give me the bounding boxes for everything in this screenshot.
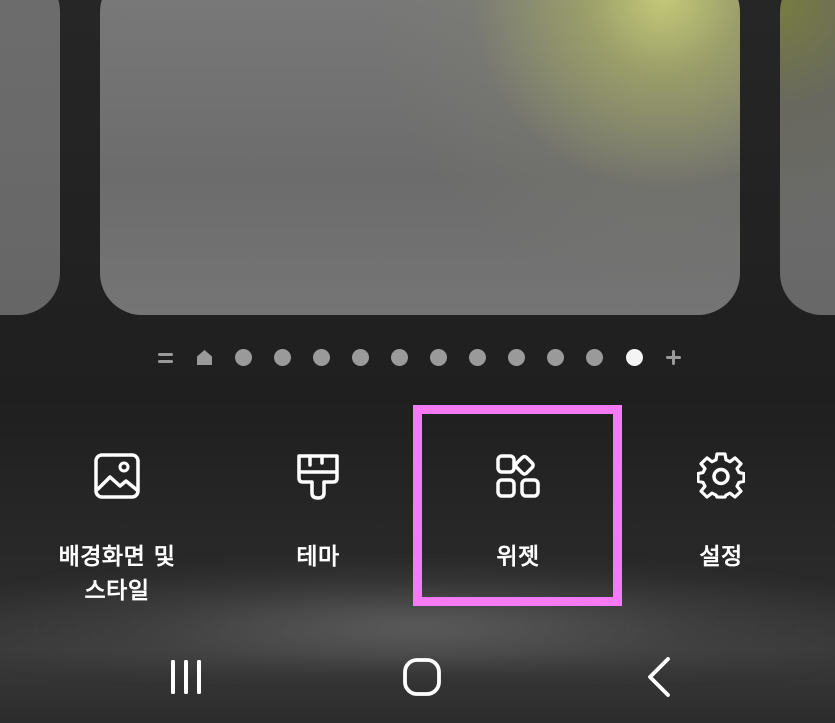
- wallpaper-and-style-button[interactable]: 배경화면 및 스타일: [17, 440, 217, 608]
- home-icon[interactable]: [196, 349, 213, 366]
- navigation-bar: [0, 640, 835, 723]
- home-button-icon[interactable]: [392, 652, 452, 702]
- home-page-preview-previous[interactable]: [0, 0, 60, 315]
- wallpaper-label-line2: 스타일: [84, 578, 150, 604]
- themes-label: 테마: [296, 544, 340, 570]
- page-dot[interactable]: [586, 349, 603, 366]
- paintbrush-icon: [297, 454, 339, 500]
- page-dot[interactable]: [430, 349, 447, 366]
- plus-icon[interactable]: [665, 349, 682, 366]
- home-page-preview-current[interactable]: [100, 0, 740, 315]
- home-page-preview-next[interactable]: [780, 0, 835, 315]
- themes-button[interactable]: 테마: [218, 440, 418, 574]
- page-dot[interactable]: [547, 349, 564, 366]
- gear-icon: [697, 452, 745, 499]
- page-dot-active[interactable]: [626, 349, 643, 366]
- page-dot[interactable]: [352, 349, 369, 366]
- settings-button[interactable]: 설정: [621, 440, 821, 574]
- menu-lines-icon[interactable]: [157, 349, 174, 366]
- back-icon[interactable]: [630, 652, 690, 702]
- page-dot[interactable]: [508, 349, 525, 366]
- settings-label: 설정: [699, 544, 743, 570]
- home-screen-edit-mode: 배경화면 및 스타일 테마 위젯 설정: [0, 0, 835, 723]
- page-dot[interactable]: [274, 349, 291, 366]
- highlight-box: [413, 405, 622, 606]
- wallpaper-label-line1: 배경화면 및: [58, 544, 176, 570]
- wallpaper-icon: [94, 453, 140, 499]
- page-indicator: [0, 345, 835, 369]
- page-dot[interactable]: [391, 349, 408, 366]
- page-dot[interactable]: [469, 349, 486, 366]
- page-dot[interactable]: [235, 349, 252, 366]
- page-dot[interactable]: [313, 349, 330, 366]
- recent-apps-icon[interactable]: [156, 652, 216, 702]
